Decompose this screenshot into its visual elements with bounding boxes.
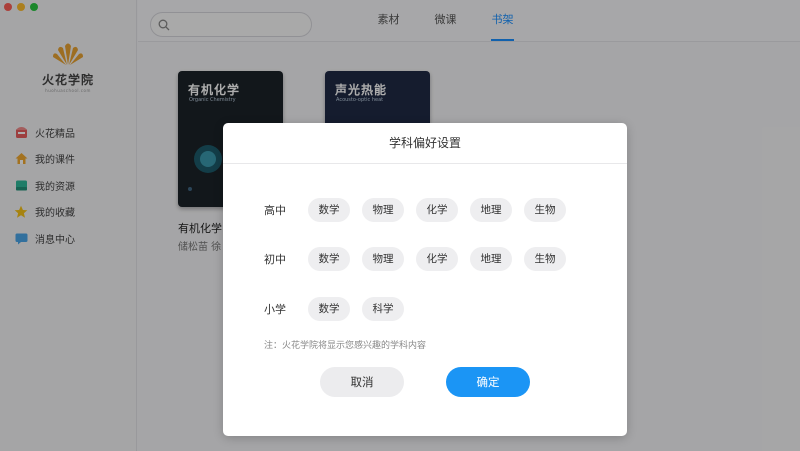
subject-chip[interactable]: 数学 <box>308 247 350 271</box>
subject-row-primary-school: 小学 数学 科学 <box>264 297 416 321</box>
subject-chip[interactable]: 地理 <box>470 247 512 271</box>
subject-chip[interactable]: 物理 <box>362 247 404 271</box>
subject-chip[interactable]: 化学 <box>416 198 458 222</box>
subject-row-middle-school: 初中 数学 物理 化学 地理 生物 <box>264 247 578 271</box>
subject-chip[interactable]: 地理 <box>470 198 512 222</box>
subject-row-high-school: 高中 数学 物理 化学 地理 生物 <box>264 198 578 222</box>
subject-chip[interactable]: 数学 <box>308 297 350 321</box>
subject-chip[interactable]: 化学 <box>416 247 458 271</box>
row-label: 初中 <box>264 253 286 266</box>
subject-chip[interactable]: 生物 <box>524 198 566 222</box>
subject-chip[interactable]: 生物 <box>524 247 566 271</box>
subject-chip[interactable]: 物理 <box>362 198 404 222</box>
subject-chip[interactable]: 科学 <box>362 297 404 321</box>
dialog-title: 学科偏好设置 <box>223 123 627 164</box>
subject-preference-dialog: 学科偏好设置 高中 数学 物理 化学 地理 生物 初中 数学 物理 化学 地理 … <box>223 123 627 436</box>
subject-chip[interactable]: 数学 <box>308 198 350 222</box>
cancel-button[interactable]: 取消 <box>320 367 404 397</box>
row-label: 高中 <box>264 204 286 217</box>
preference-note: 注：火花学院将显示您感兴趣的学科内容 <box>264 341 427 351</box>
confirm-button[interactable]: 确定 <box>446 367 530 397</box>
row-label: 小学 <box>264 303 286 316</box>
